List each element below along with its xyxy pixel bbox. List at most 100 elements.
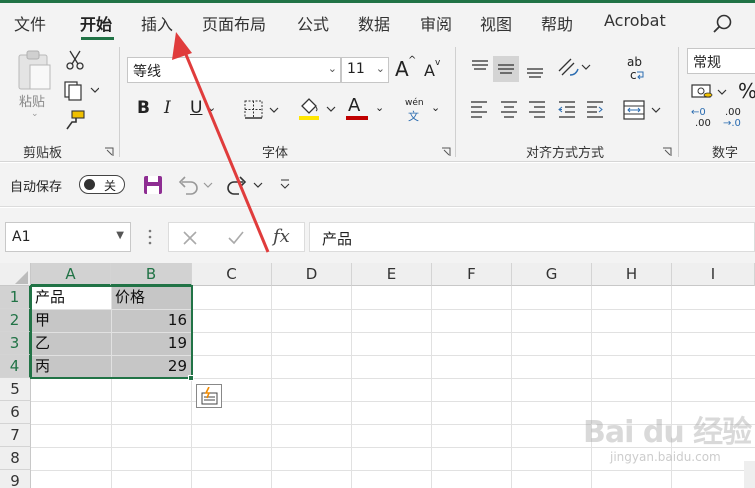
number-format-select[interactable]: 常规 xyxy=(687,48,755,74)
search-icon[interactable] xyxy=(712,13,734,35)
row-header-7[interactable]: 7 xyxy=(0,424,31,447)
fill-handle[interactable] xyxy=(188,375,194,381)
copy-icon[interactable] xyxy=(63,79,99,101)
paste-label[interactable]: 粘贴 xyxy=(19,91,45,110)
tab-formulas[interactable]: 公式 xyxy=(297,11,329,35)
column-header-f[interactable]: F xyxy=(432,263,512,286)
name-box[interactable]: A1 ▼ xyxy=(5,222,131,252)
select-all-button[interactable] xyxy=(0,263,31,286)
selection-border xyxy=(30,285,193,379)
number-group-label: 数字 xyxy=(712,146,739,161)
decrease-decimal-top[interactable]: .00 xyxy=(725,107,741,118)
tab-help[interactable]: 帮助 xyxy=(541,11,573,35)
tab-page-layout[interactable]: 页面布局 xyxy=(202,11,266,35)
font-size-select[interactable]: 11 ⌄ xyxy=(341,57,389,83)
wrap-text-top[interactable]: ab xyxy=(627,55,642,69)
tab-data[interactable]: 数据 xyxy=(358,11,390,35)
tab-file[interactable]: 文件 xyxy=(14,11,46,35)
row-header-4[interactable]: 4 xyxy=(0,355,31,378)
vertical-align-icons[interactable] xyxy=(469,55,549,83)
orientation-icon[interactable] xyxy=(556,55,592,81)
enter-check-icon[interactable] xyxy=(227,230,245,246)
decrease-decimal-bottom[interactable]: →.0 xyxy=(723,118,741,129)
underline-chevron-icon[interactable]: ⌄ xyxy=(207,101,216,114)
save-icon[interactable] xyxy=(142,174,164,196)
column-header-a[interactable]: A xyxy=(31,263,111,286)
phonetic-label-top[interactable]: wén xyxy=(405,98,424,108)
row-header-8[interactable]: 8 xyxy=(0,447,31,470)
phonetic-label-bottom[interactable]: 文 xyxy=(408,108,419,124)
formula-bar-grip-icon[interactable] xyxy=(148,226,152,248)
tab-view[interactable]: 视图 xyxy=(480,11,512,35)
underline-button[interactable]: U xyxy=(190,98,202,118)
increase-decimal-top[interactable]: ←0 xyxy=(691,107,706,118)
column-header-b[interactable]: B xyxy=(111,263,192,286)
font-name-select[interactable]: 等线 ⌄ xyxy=(127,57,341,83)
alignment-launcher-icon[interactable] xyxy=(662,147,672,157)
italic-button[interactable]: I xyxy=(164,98,171,118)
gridline xyxy=(351,286,352,488)
quick-access-toolbar: 自动保存 关 xyxy=(0,163,755,207)
bold-button[interactable]: B xyxy=(137,98,150,118)
accounting-format-icon[interactable] xyxy=(690,81,730,103)
undo-icon[interactable] xyxy=(176,174,216,196)
autosave-toggle[interactable]: 关 xyxy=(79,175,125,194)
cancel-icon[interactable] xyxy=(182,230,198,246)
formula-input[interactable]: 产品 xyxy=(309,222,755,252)
format-painter-icon[interactable] xyxy=(64,109,86,131)
column-header-i[interactable]: I xyxy=(672,263,755,286)
grow-font-caret-icon: ^ xyxy=(408,55,417,66)
group-separator xyxy=(455,47,456,157)
merge-center-icon[interactable] xyxy=(622,98,662,122)
column-header-c[interactable]: C xyxy=(192,263,272,286)
quick-analysis-button[interactable] xyxy=(196,384,222,408)
font-name-value: 等线 xyxy=(133,64,161,80)
ribbon-tabs: 文件 开始 插入 页面布局 公式 数据 审阅 视图 帮助 Acrobat xyxy=(0,3,755,41)
formula-buttons: fx xyxy=(168,222,305,252)
clipboard-launcher-icon[interactable] xyxy=(104,147,114,157)
row-header-1[interactable]: 1 xyxy=(0,286,31,309)
phonetic-chevron-icon[interactable]: ⌄ xyxy=(431,101,440,114)
tab-insert[interactable]: 插入 xyxy=(141,11,173,35)
horizontal-align-icons[interactable] xyxy=(469,99,609,121)
redo-icon[interactable] xyxy=(226,174,266,196)
active-tab-indicator xyxy=(81,37,114,40)
tab-review[interactable]: 审阅 xyxy=(420,11,452,35)
percent-button[interactable]: % xyxy=(738,79,755,103)
column-header-g[interactable]: G xyxy=(512,263,592,286)
alignment-group-label: 对齐方式方式 xyxy=(526,146,605,161)
row-header-9[interactable]: 9 xyxy=(0,470,31,488)
row-header-5[interactable]: 5 xyxy=(0,378,31,401)
paste-chevron-icon[interactable]: ⌄ xyxy=(31,109,39,119)
row-header-3[interactable]: 3 xyxy=(0,332,31,355)
insert-function-button[interactable]: fx xyxy=(273,226,290,247)
toggle-knob xyxy=(84,179,95,190)
gridline xyxy=(31,401,755,402)
row-header-2[interactable]: 2 xyxy=(0,309,31,332)
customize-qat-icon[interactable] xyxy=(278,177,292,191)
column-header-e[interactable]: E xyxy=(352,263,432,286)
row-header-6[interactable]: 6 xyxy=(0,401,31,424)
fill-color-icon[interactable] xyxy=(297,96,337,122)
cut-icon[interactable] xyxy=(65,49,85,71)
grow-font-button[interactable]: A xyxy=(395,57,409,81)
borders-icon[interactable] xyxy=(243,99,281,121)
increase-decimal-bottom[interactable]: .00 xyxy=(695,118,711,129)
shrink-font-button[interactable]: A xyxy=(424,61,435,80)
tab-acrobat[interactable]: Acrobat xyxy=(604,11,666,30)
column-header-d[interactable]: D xyxy=(272,263,352,286)
gridline xyxy=(31,447,755,448)
select-all-icon xyxy=(15,271,28,284)
number-format-value: 常规 xyxy=(693,55,721,71)
chevron-down-icon: ⌄ xyxy=(327,62,337,75)
font-launcher-icon[interactable] xyxy=(441,147,451,157)
worksheet-grid[interactable]: A B C D E F G H I 1 2 3 4 5 6 7 8 9 产品 价… xyxy=(0,263,755,488)
tab-home[interactable]: 开始 xyxy=(80,11,112,35)
column-header-h[interactable]: H xyxy=(592,263,672,286)
gridline xyxy=(431,286,432,488)
font-color-button[interactable]: A xyxy=(348,95,360,116)
font-color-chevron-icon[interactable]: ⌄ xyxy=(375,101,384,114)
gridline xyxy=(671,286,672,488)
paste-icon[interactable] xyxy=(16,49,54,93)
chevron-down-icon: ▼ xyxy=(116,230,124,241)
